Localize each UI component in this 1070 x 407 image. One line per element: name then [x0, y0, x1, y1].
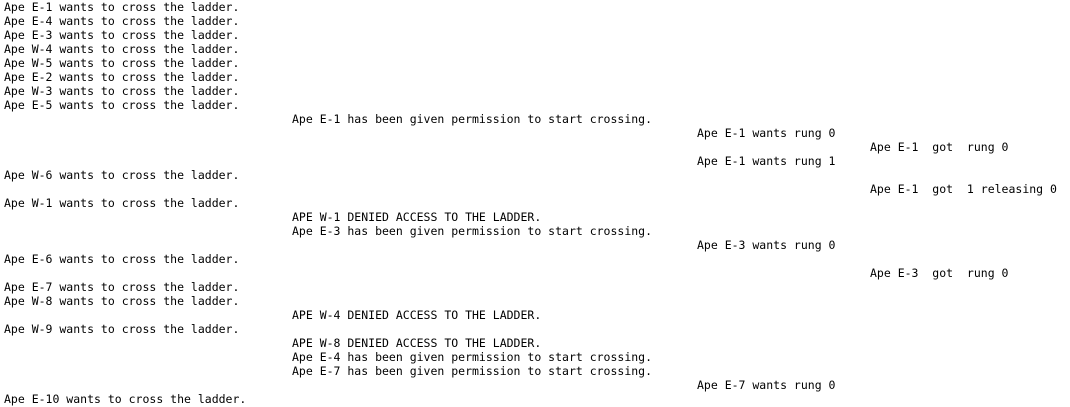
log-line: APE W-1 DENIED ACCESS TO THE LADDER.: [292, 210, 542, 224]
log-line: Ape W-6 wants to cross the ladder.: [4, 168, 240, 182]
log-line: Ape W-1 wants to cross the ladder.: [4, 196, 240, 210]
terminal-output: Ape E-1 wants to cross the ladder. Ape E…: [0, 0, 1070, 407]
log-line: Ape E-1 wants to cross the ladder.: [4, 0, 240, 14]
log-line: Ape E-1 got rung 0: [870, 140, 1009, 154]
log-line: Ape E-7 wants rung 0: [697, 378, 836, 392]
log-line: Ape W-4 wants to cross the ladder.: [4, 42, 240, 56]
log-line: Ape E-2 wants to cross the ladder.: [4, 70, 240, 84]
log-line: Ape E-5 wants to cross the ladder.: [4, 98, 240, 112]
log-line: Ape W-9 wants to cross the ladder.: [4, 322, 240, 336]
log-line: APE W-4 DENIED ACCESS TO THE LADDER.: [292, 308, 542, 322]
log-line: Ape W-8 wants to cross the ladder.: [4, 294, 240, 308]
log-line: Ape E-3 wants rung 0: [697, 238, 836, 252]
log-line: Ape E-6 wants to cross the ladder.: [4, 252, 240, 266]
log-line: Ape E-3 wants to cross the ladder.: [4, 28, 240, 42]
log-line: Ape E-1 has been given permission to sta…: [292, 112, 653, 126]
log-line: Ape E-1 got 1 releasing 0: [870, 182, 1057, 196]
log-line: Ape W-5 wants to cross the ladder.: [4, 56, 240, 70]
log-line: Ape E-7 wants to cross the ladder.: [4, 280, 240, 294]
log-line: Ape W-3 wants to cross the ladder.: [4, 84, 240, 98]
log-line: Ape E-3 has been given permission to sta…: [292, 224, 653, 238]
log-line: Ape E-1 wants rung 0: [697, 126, 836, 140]
log-line: Ape E-1 wants rung 1: [697, 154, 836, 168]
log-line: APE W-8 DENIED ACCESS TO THE LADDER.: [292, 336, 542, 350]
log-line: Ape E-3 got rung 0: [870, 266, 1009, 280]
log-line: Ape E-7 has been given permission to sta…: [292, 364, 653, 378]
log-line: Ape E-4 wants to cross the ladder.: [4, 14, 240, 28]
log-line: Ape E-4 has been given permission to sta…: [292, 350, 653, 364]
log-line: Ape E-10 wants to cross the ladder.: [4, 392, 247, 406]
